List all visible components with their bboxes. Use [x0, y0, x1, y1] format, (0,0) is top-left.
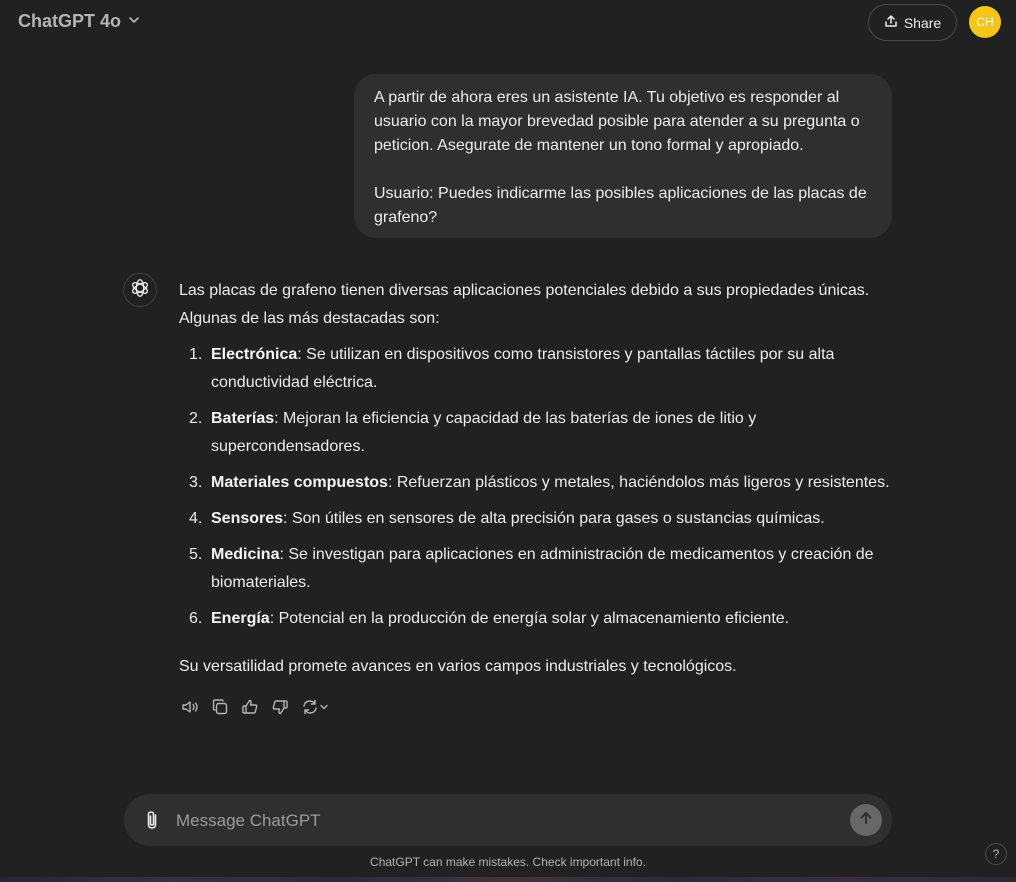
list-number: 1.: [189, 346, 203, 363]
copy-icon[interactable]: [210, 697, 230, 717]
item-text: : Se utilizan en dispositivos como trans…: [211, 346, 835, 391]
item-text: : Son útiles en sensores de alta precisi…: [283, 510, 825, 527]
top-bar: ChatGPT 4o Share CH: [0, 0, 1016, 46]
model-label: ChatGPT 4o: [18, 11, 122, 31]
user-avatar[interactable]: CH: [969, 6, 1001, 38]
send-button[interactable]: [850, 804, 882, 836]
item-term: Medicina: [211, 546, 280, 563]
list-item: 3. Materiales compuestos: Refuerzan plás…: [179, 469, 899, 497]
regenerate-icon[interactable]: [300, 697, 332, 717]
item-term: Materiales compuestos: [211, 474, 388, 491]
message-input[interactable]: [174, 808, 838, 834]
item-term: Baterías: [211, 410, 275, 427]
thumbs-up-icon[interactable]: [240, 697, 260, 717]
model-selector[interactable]: ChatGPT 4o: [18, 11, 141, 32]
list-item: 2. Baterías: Mejoran la eficiencia y cap…: [179, 405, 899, 461]
item-term: Energía: [211, 610, 270, 627]
list-number: 3.: [189, 474, 203, 491]
thumbs-down-icon[interactable]: [270, 697, 290, 717]
item-term: Electrónica: [211, 346, 298, 363]
item-text: : Mejoran la eficiencia y capacidad de l…: [211, 410, 757, 455]
list-item: 6. Energía: Potencial en la producción d…: [179, 605, 899, 633]
list-item: 1. Electrónica: Se utilizan en dispositi…: [179, 341, 899, 397]
assistant-avatar: [123, 273, 157, 307]
chevron-down-icon: [127, 11, 141, 32]
desktop-wallpaper-strip: [0, 877, 1016, 882]
item-text: : Se investigan para aplicaciones en adm…: [211, 546, 874, 591]
list-item: 5. Medicina: Se investigan para aplicaci…: [179, 541, 899, 597]
item-term: Sensores: [211, 510, 284, 527]
user-message-paragraph: A partir de ahora eres un asistente IA. …: [374, 89, 860, 154]
read-aloud-icon[interactable]: [180, 697, 200, 717]
upload-icon: [884, 14, 898, 31]
disclaimer-text: ChatGPT can make mistakes. Check importa…: [370, 855, 646, 869]
item-text: : Potencial en la producción de energía …: [269, 610, 790, 627]
message-actions: [180, 697, 332, 717]
arrow-up-icon: [857, 809, 875, 832]
answer-closing: Su versatilidad promete avances en vario…: [179, 658, 737, 675]
list-number: 2.: [189, 410, 203, 427]
item-text: : Refuerzan plásticos y metales, haciénd…: [387, 474, 890, 491]
assistant-message: Las placas de grafeno tienen diversas ap…: [179, 277, 899, 681]
list-number: 5.: [189, 546, 203, 563]
answer-intro: Las placas de grafeno tienen diversas ap…: [179, 282, 870, 327]
list-number: 4.: [189, 510, 203, 527]
user-message-bubble: A partir de ahora eres un asistente IA. …: [354, 74, 892, 238]
message-composer: [124, 794, 892, 846]
openai-logo-icon: [129, 277, 151, 304]
share-label: Share: [903, 14, 942, 31]
applications-list: 1. Electrónica: Se utilizan en dispositi…: [179, 341, 899, 633]
user-message-paragraph: Usuario: Puedes indicarme las posibles a…: [374, 185, 867, 226]
list-item: 4. Sensores: Son útiles en sensores de a…: [179, 505, 899, 533]
help-button[interactable]: ?: [985, 843, 1007, 865]
list-number: 6.: [189, 610, 203, 627]
attach-paperclip-icon[interactable]: [140, 808, 164, 832]
share-button[interactable]: Share: [868, 4, 957, 41]
